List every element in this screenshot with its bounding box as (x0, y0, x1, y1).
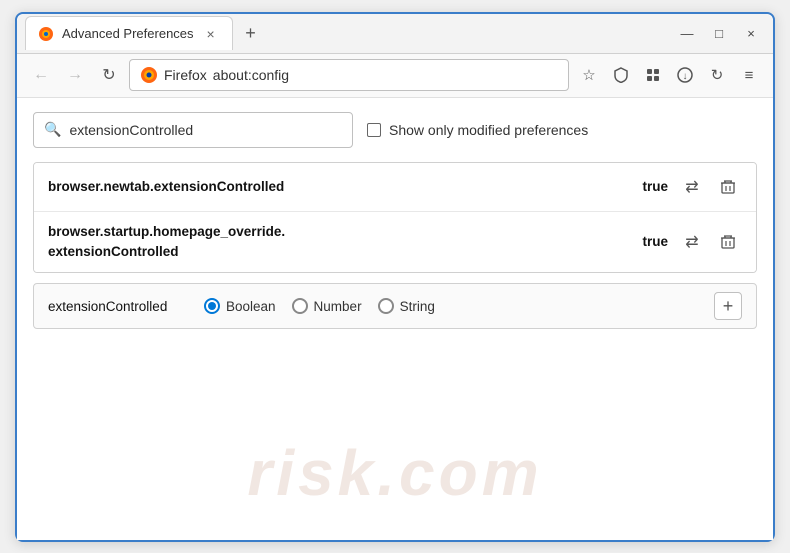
new-preference-row: extensionControlled Boolean Number (33, 283, 757, 329)
sync-icon[interactable]: ↻ (703, 61, 731, 89)
radio-boolean[interactable]: Boolean (204, 298, 276, 314)
maximize-button[interactable]: □ (705, 19, 733, 47)
star-icon[interactable]: ☆ (575, 61, 603, 89)
pref-actions-1: ⇄ (678, 173, 742, 201)
pref-delete-button-1[interactable] (714, 173, 742, 201)
search-box[interactable]: 🔍 (33, 112, 353, 148)
search-icon: 🔍 (44, 121, 61, 138)
tab-favicon (38, 26, 54, 42)
url-address: about:config (213, 67, 289, 83)
tab-close-button[interactable]: × (202, 25, 220, 43)
new-pref-name: extensionControlled (48, 299, 188, 314)
pref-actions-2: ⇄ (678, 228, 742, 256)
radio-boolean-dot (208, 302, 216, 310)
download-icon[interactable]: ↓ (671, 61, 699, 89)
pref-delete-button-2[interactable] (714, 228, 742, 256)
back-button[interactable]: ← (27, 61, 55, 89)
watermark: risk.com (247, 436, 542, 510)
firefox-icon (140, 66, 158, 84)
pref-value-1: true (632, 179, 668, 194)
menu-icon[interactable]: ≡ (735, 61, 763, 89)
reload-button[interactable]: ↻ (95, 61, 123, 89)
pref-name-1: browser.newtab.extensionControlled (48, 179, 632, 194)
window-controls: — □ × (673, 19, 765, 47)
search-input[interactable] (69, 122, 342, 138)
close-button[interactable]: × (737, 19, 765, 47)
svg-text:↓: ↓ (683, 71, 688, 82)
browser-window: Advanced Preferences × + — □ × ← → ↻ Fir… (15, 12, 775, 542)
radio-number-circle (292, 298, 308, 314)
browser-label: Firefox (164, 67, 207, 83)
nav-bar: ← → ↻ Firefox about:config ☆ (17, 54, 773, 98)
table-row[interactable]: browser.newtab.extensionControlled true … (34, 163, 756, 212)
pref-swap-button-1[interactable]: ⇄ (678, 173, 706, 201)
modified-prefs-label: Show only modified preferences (389, 122, 588, 138)
radio-number-label: Number (314, 299, 362, 314)
table-row[interactable]: browser.startup.homepage_override.extens… (34, 212, 756, 273)
address-bar[interactable]: Firefox about:config (129, 59, 569, 91)
forward-button[interactable]: → (61, 61, 89, 89)
tab-title: Advanced Preferences (62, 26, 194, 41)
radio-string[interactable]: String (378, 298, 435, 314)
content-area: 🔍 Show only modified preferences browser… (17, 98, 773, 540)
radio-boolean-label: Boolean (226, 299, 276, 314)
shield-icon[interactable] (607, 61, 635, 89)
pref-value-2: true (632, 234, 668, 249)
search-row: 🔍 Show only modified preferences (33, 112, 757, 148)
type-radio-group: Boolean Number String (204, 298, 435, 314)
new-tab-button[interactable]: + (237, 19, 265, 47)
pref-name-2: browser.startup.homepage_override.extens… (48, 222, 632, 263)
modified-prefs-checkbox-label[interactable]: Show only modified preferences (367, 122, 588, 138)
add-preference-button[interactable]: + (714, 292, 742, 320)
radio-string-label: String (400, 299, 435, 314)
extension-icon[interactable] (639, 61, 667, 89)
preferences-table: browser.newtab.extensionControlled true … (33, 162, 757, 274)
radio-number[interactable]: Number (292, 298, 362, 314)
radio-string-circle (378, 298, 394, 314)
title-bar: Advanced Preferences × + — □ × (17, 14, 773, 54)
minimize-button[interactable]: — (673, 19, 701, 47)
pref-swap-button-2[interactable]: ⇄ (678, 228, 706, 256)
active-tab[interactable]: Advanced Preferences × (25, 16, 233, 50)
modified-prefs-checkbox[interactable] (367, 123, 381, 137)
nav-icons: ☆ ↓ ↻ ≡ (575, 61, 763, 89)
radio-boolean-circle (204, 298, 220, 314)
